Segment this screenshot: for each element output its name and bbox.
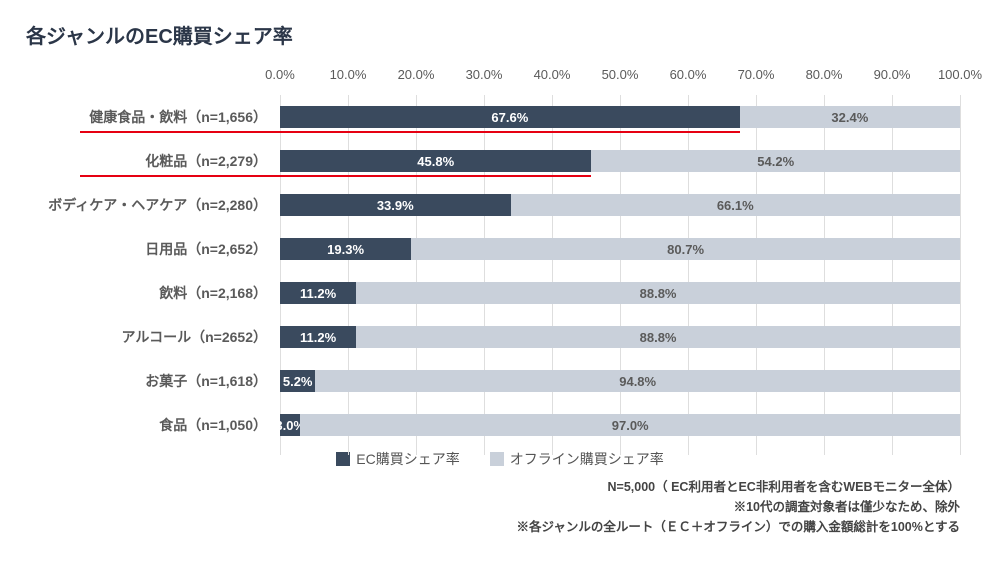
chart-title: 各ジャンルのEC購買シェア率 [26, 20, 980, 49]
stacked-bar: 19.3%80.7% [280, 238, 960, 260]
category-label: 飲料（n=2,168） [20, 284, 275, 302]
segment-offline: 54.2% [591, 150, 960, 172]
bar-row: 日用品（n=2,652） 19.3%80.7% [20, 227, 960, 271]
tick-60: 60.0% [670, 67, 707, 82]
bar-row: お菓子（n=1,618） 5.2%94.8% [20, 359, 960, 403]
highlight-underline [80, 131, 740, 133]
segment-ec: 45.8% [280, 150, 591, 172]
category-label: ボディケア・ヘアケア（n=2,280） [20, 196, 275, 214]
category-label: 食品（n=1,050） [20, 416, 275, 434]
bar-row: 化粧品（n=2,279） 45.8%54.2% [20, 139, 960, 183]
stacked-bar: 33.9%66.1% [280, 194, 960, 216]
bar-row: 健康食品・飲料（n=1,656） 67.6%32.4% [20, 95, 960, 139]
footnote-3: ※各ジャンルの全ルート（ＥＣ＋オフライン）での購入金額総計を100%とする [20, 517, 960, 537]
segment-ec: 67.6% [280, 106, 740, 128]
tick-70: 70.0% [738, 67, 775, 82]
tick-40: 40.0% [534, 67, 571, 82]
highlight-underline [80, 175, 591, 177]
category-label: アルコール（n=2652） [20, 328, 275, 346]
segment-offline: 66.1% [511, 194, 960, 216]
stacked-bar: 45.8%54.2% [280, 150, 960, 172]
tick-20: 20.0% [398, 67, 435, 82]
segment-offline: 88.8% [356, 326, 960, 348]
bar-row: 食品（n=1,050） 3.0%97.0% [20, 403, 960, 447]
segment-offline: 88.8% [356, 282, 960, 304]
tick-30: 30.0% [466, 67, 503, 82]
tick-0: 0.0% [265, 67, 295, 82]
category-label: お菓子（n=1,618） [20, 372, 275, 390]
segment-ec: 3.0% [280, 414, 300, 436]
footnotes: N=5,000（ EC利用者とEC非利用者を含むWEBモニター全体） ※10代の… [20, 477, 980, 537]
segment-offline: 97.0% [300, 414, 960, 436]
bar-row: アルコール（n=2652） 11.2%88.8% [20, 315, 960, 359]
segment-ec: 33.9% [280, 194, 511, 216]
category-label: 化粧品（n=2,279） [20, 152, 275, 170]
bar-row: 飲料（n=2,168） 11.2%88.8% [20, 271, 960, 315]
stacked-bar: 3.0%97.0% [280, 414, 960, 436]
segment-offline: 94.8% [315, 370, 960, 392]
segment-ec: 19.3% [280, 238, 411, 260]
tick-90: 90.0% [874, 67, 911, 82]
tick-100: 100.0% [938, 67, 982, 82]
tick-80: 80.0% [806, 67, 843, 82]
tick-50: 50.0% [602, 67, 639, 82]
footnote-1: N=5,000（ EC利用者とEC非利用者を含むWEBモニター全体） [20, 477, 960, 497]
footnote-2: ※10代の調査対象者は僅少なため、除外 [20, 497, 960, 517]
stacked-bar: 11.2%88.8% [280, 326, 960, 348]
stacked-bar: 11.2%88.8% [280, 282, 960, 304]
stacked-bar: 5.2%94.8% [280, 370, 960, 392]
x-axis-ticks: 0.0% 10.0% 20.0% 30.0% 40.0% 50.0% 60.0%… [280, 67, 960, 89]
tick-10: 10.0% [330, 67, 367, 82]
bar-rows: 健康食品・飲料（n=1,656） 67.6%32.4% 化粧品（n=2,279） 45… [20, 95, 960, 447]
segment-ec: 11.2% [280, 326, 356, 348]
segment-offline: 32.4% [740, 106, 960, 128]
segment-offline: 80.7% [411, 238, 960, 260]
segment-ec: 11.2% [280, 282, 356, 304]
stacked-bar: 67.6%32.4% [280, 106, 960, 128]
bar-row: ボディケア・ヘアケア（n=2,280） 33.9%66.1% [20, 183, 960, 227]
category-label: 日用品（n=2,652） [20, 240, 275, 258]
category-label: 健康食品・飲料（n=1,656） [20, 108, 275, 126]
segment-ec: 5.2% [280, 370, 315, 392]
